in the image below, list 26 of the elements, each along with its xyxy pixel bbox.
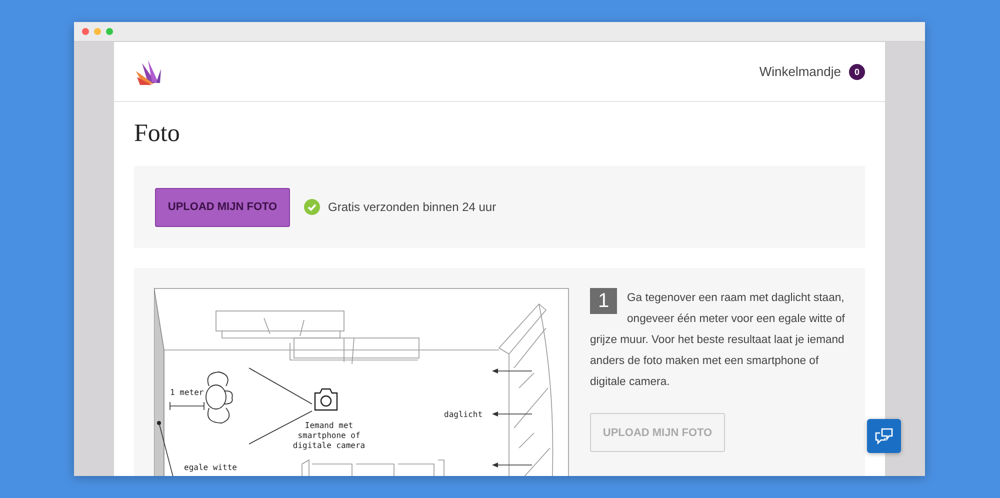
wall-label: egale witte [184,463,237,472]
chat-icon [874,426,894,446]
measure-line [170,402,204,410]
camera-label: digitale camera [292,441,366,450]
maximize-window-button[interactable] [106,28,113,35]
upload-button[interactable]: UPLOAD MIJN FOTO [155,188,290,226]
light-arrow [492,412,532,416]
light-arrow [492,368,532,374]
light-arrow [492,462,532,468]
minimize-window-button[interactable] [94,28,101,35]
distance-label: 1 meter [170,388,204,397]
step-instructions: 1 Ga tegenover een raam met daglicht staan, ongeveer één meter voor een egale witte of grijze muur. Voor het beste resultaat laat je iemand anders de foto maken met een smartphone of digitale camera. [590,288,845,390]
close-window-button[interactable] [82,28,89,35]
person-drawing [206,372,233,424]
camera-label: smartphone of [298,431,360,440]
check-icon [304,199,320,215]
daylight-label: daglicht [444,410,483,419]
chat-button[interactable] [867,419,901,453]
camera-icon [314,388,338,411]
step-number: 1 [590,288,617,314]
shipping-note: Gratis verzonden binnen 24 uur [328,200,496,214]
camera-label: Iemand met [304,421,354,430]
page-title: Foto [134,120,181,148]
sight-line [248,368,312,404]
cart-link[interactable]: Winkelmandje [759,64,841,79]
cart-count-badge: 0 [849,64,865,80]
